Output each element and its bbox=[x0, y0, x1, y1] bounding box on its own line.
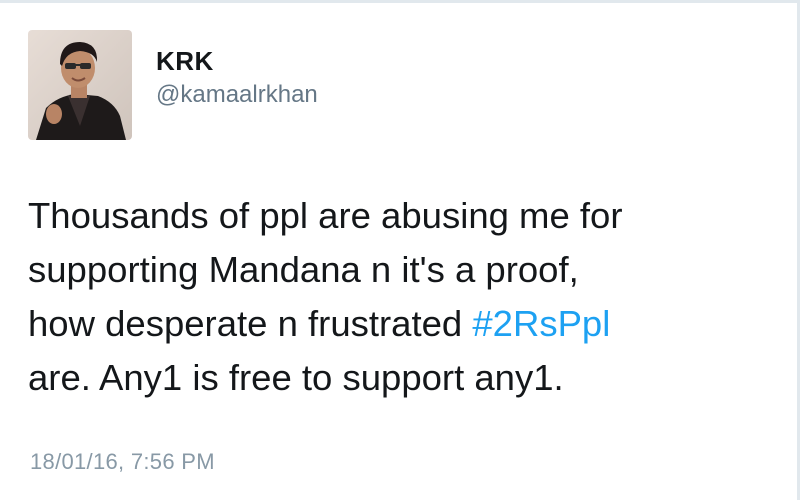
tweet-text-line-1: Thousands of ppl are abusing me for bbox=[28, 195, 623, 236]
author-identity: KRK @kamaalrkhan bbox=[156, 45, 318, 111]
tweet-text-line-3: how desperate n frustrated bbox=[28, 303, 473, 344]
avatar[interactable] bbox=[28, 30, 132, 140]
tweet-text-line-4: are. Any1 is free to support any1. bbox=[28, 357, 564, 398]
tweet-header: KRK @kamaalrkhan bbox=[28, 29, 318, 141]
tweet-text-line-2: supporting Mandana n it's a proof, bbox=[28, 249, 579, 290]
tweet-card: KRK @kamaalrkhan Thousands of ppl are ab… bbox=[0, 0, 800, 500]
tweet-timestamp[interactable]: 18/01/16, 7:56 PM bbox=[30, 449, 215, 475]
user-handle[interactable]: @kamaalrkhan bbox=[156, 79, 318, 111]
tweet-text: Thousands of ppl are abusing me for supp… bbox=[28, 189, 788, 405]
avatar-image bbox=[28, 30, 132, 140]
hashtag-link[interactable]: #2RsPpl bbox=[472, 303, 610, 344]
display-name[interactable]: KRK bbox=[156, 45, 318, 77]
